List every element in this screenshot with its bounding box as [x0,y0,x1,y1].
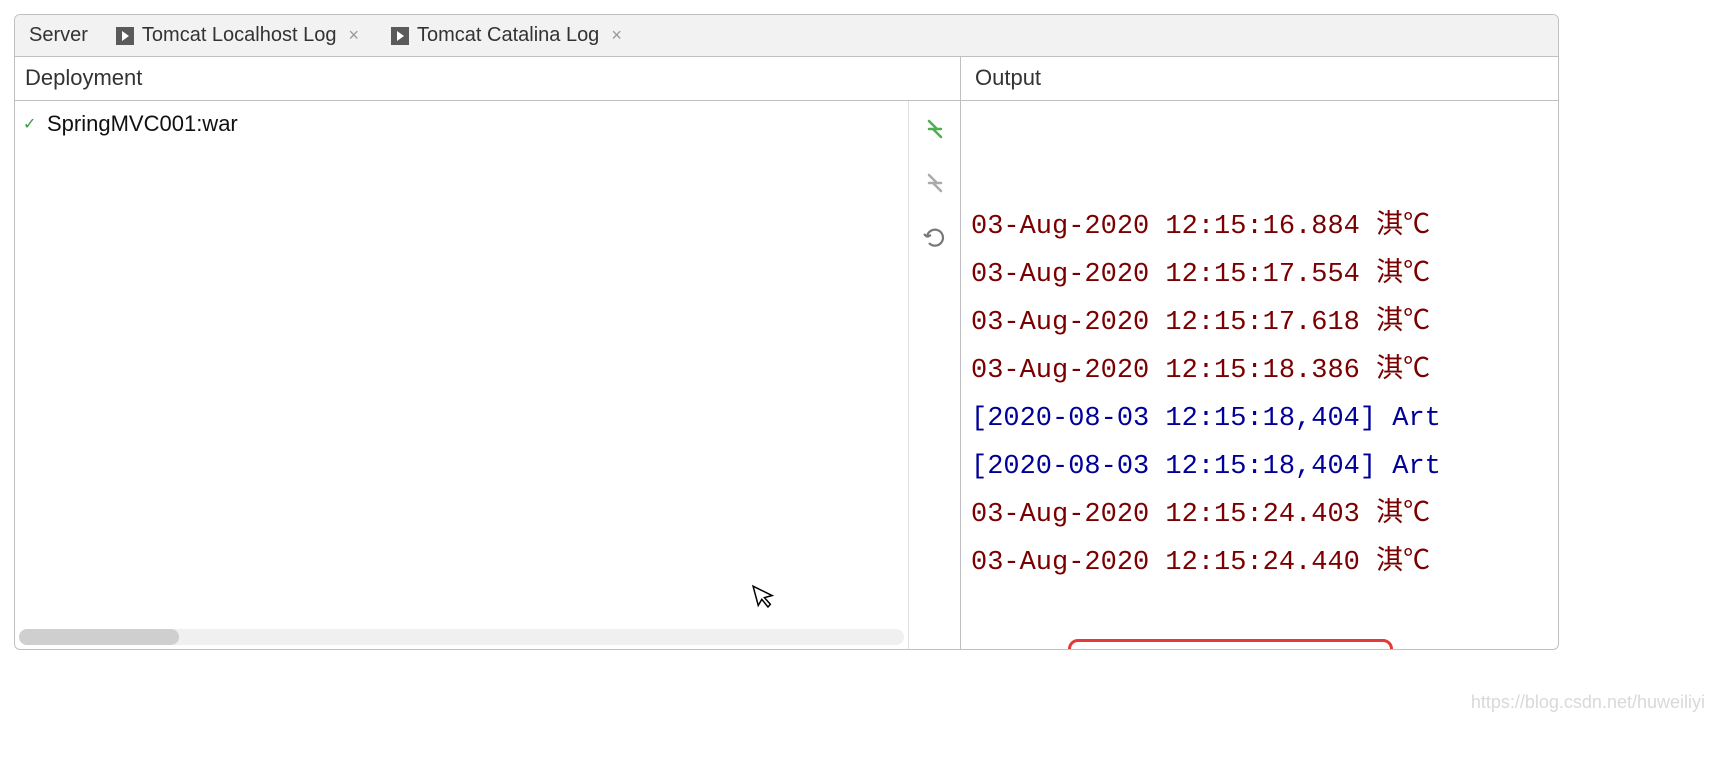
deploy-button[interactable] [917,111,953,147]
log-line: 03-Aug-2020 12:15:18.386 淇℃ [971,347,1548,395]
log-line: 03-Aug-2020 12:15:17.554 淇℃ [971,251,1548,299]
scrollbar-thumb[interactable] [19,629,179,645]
tab-server-label: Server [29,24,88,47]
cursor-icon [751,579,784,621]
log-line: [2020-08-03 12:15:18,404] Art [971,443,1548,491]
output-header: Output [961,57,1558,100]
log-line: 03-Aug-2020 12:15:17.618 淇℃ [971,299,1548,347]
close-icon[interactable]: × [344,25,363,46]
toolbar-vertical [909,101,961,649]
run-icon [116,27,134,45]
tab-catalina-log-label: Tomcat Catalina Log [417,24,599,47]
deployment-header: Deployment [15,57,961,100]
tab-localhost-log[interactable]: Tomcat Localhost Log × [102,15,377,56]
horizontal-scrollbar[interactable] [19,629,904,645]
main-container: Server Tomcat Localhost Log × Tomcat Cat… [14,14,1559,650]
run-icon [391,27,409,45]
output-panel[interactable]: 03-Aug-2020 12:15:16.884 淇℃03-Aug-2020 1… [961,101,1558,649]
highlight-line: age：18 name:lucas [1079,642,1381,649]
refresh-button[interactable] [917,219,953,255]
output-lines: 03-Aug-2020 12:15:16.884 淇℃03-Aug-2020 1… [971,203,1548,587]
log-line: [2020-08-03 12:15:18,404] Art [971,395,1548,443]
content-row: ✓ SpringMVC001:war 03- [15,101,1558,649]
undeploy-button[interactable] [917,165,953,201]
deployment-item[interactable]: ✓ SpringMVC001:war [15,109,908,139]
watermark: https://blog.csdn.net/huweiliyi [1471,692,1705,713]
log-line: 03-Aug-2020 12:15:16.884 淇℃ [971,203,1548,251]
tab-catalina-log[interactable]: Tomcat Catalina Log × [377,15,640,56]
log-line: 03-Aug-2020 12:15:24.440 淇℃ [971,539,1548,587]
tabs-row: Server Tomcat Localhost Log × Tomcat Cat… [15,15,1558,57]
tab-server[interactable]: Server [15,15,102,56]
deployment-panel: ✓ SpringMVC001:war [15,101,909,649]
close-icon[interactable]: × [607,25,626,46]
tab-localhost-log-label: Tomcat Localhost Log [142,24,337,47]
log-line: 03-Aug-2020 12:15:24.403 淇℃ [971,491,1548,539]
highlight-box: age：18 name:lucasage：18 name:lucas [1068,639,1392,649]
headers-row: Deployment Output [15,57,1558,101]
check-icon: ✓ [23,114,41,134]
deployment-item-label: SpringMVC001:war [47,111,238,137]
